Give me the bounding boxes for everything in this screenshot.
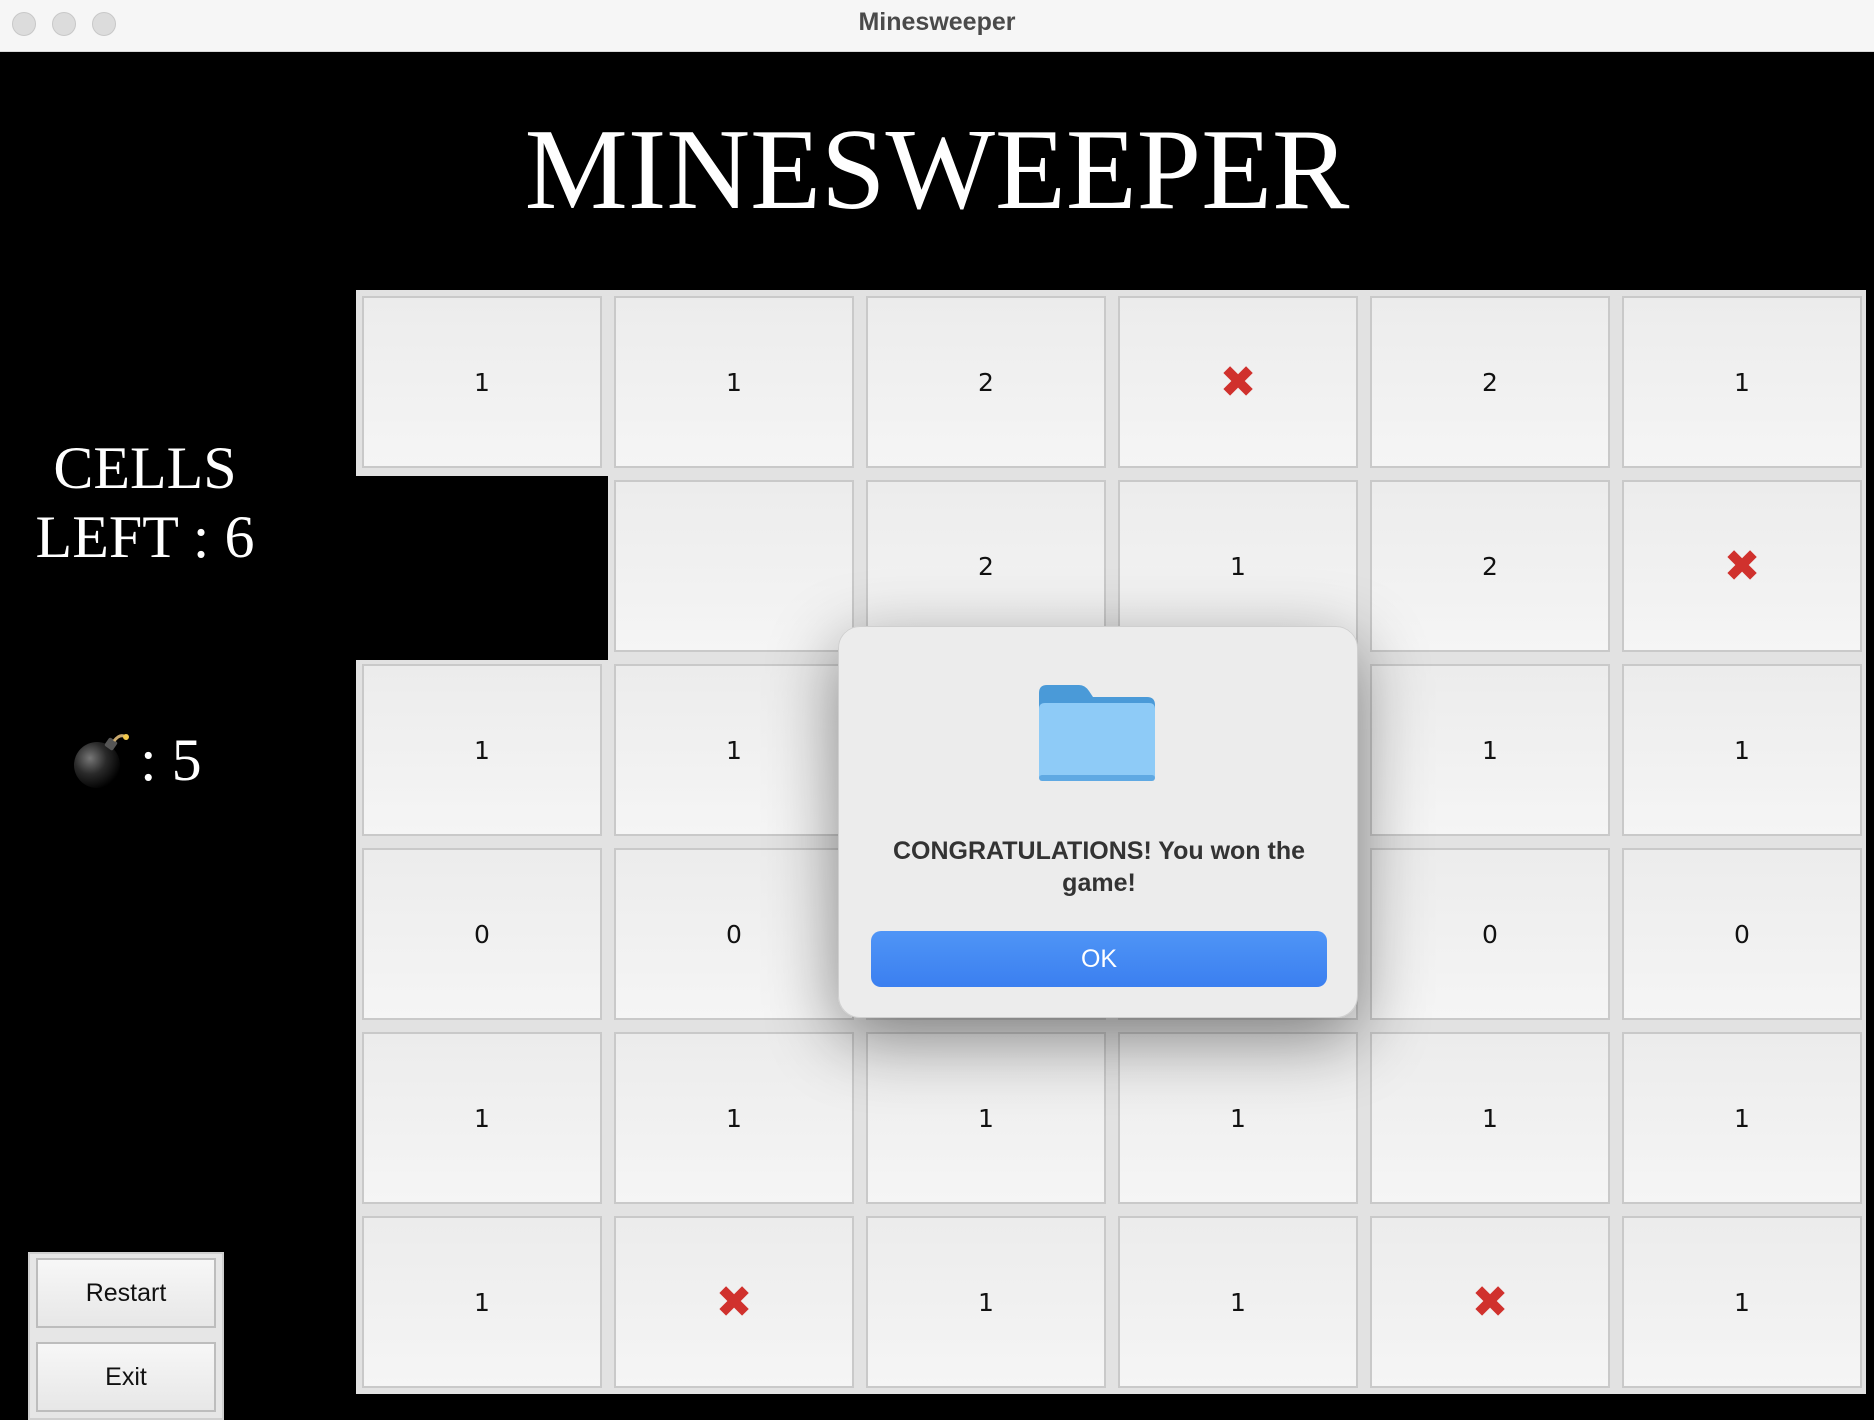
ok-button[interactable]: OK [871,931,1327,987]
win-dialog: CONGRATULATIONS! You won the game! OK [838,626,1358,1018]
cell-number: 1 [1482,735,1498,765]
dialog-message: CONGRATULATIONS! You won the game! [893,837,1305,897]
cell-number: 1 [726,367,742,397]
board-cell-r5-c2[interactable]: 1 [614,1032,854,1204]
mine-counter: : 5 [70,720,202,800]
board-cell-r1-c3[interactable]: 2 [866,296,1106,468]
cell-number: 0 [474,919,490,949]
board-cell-r5-c6[interactable]: 1 [1622,1032,1862,1204]
board-cell-r6-c2[interactable]: ✖ [614,1216,854,1388]
board-cell-r1-c6[interactable]: 1 [1622,296,1862,468]
mine-mark-icon: ✖ [1723,540,1761,592]
window-title: Minesweeper [858,8,1016,36]
cell-number: 2 [978,367,994,397]
mine-mark-icon: ✖ [715,1276,753,1328]
board-cell-r5-c3[interactable]: 1 [866,1032,1106,1204]
board-cell-r3-c1[interactable]: 1 [362,664,602,836]
restart-button[interactable]: Restart [36,1258,216,1328]
cell-number: 1 [978,1287,994,1317]
board-cell-r1-c1[interactable]: 1 [362,296,602,468]
cell-number: 1 [1230,551,1246,581]
board-cell-r4-c6[interactable]: 0 [1622,848,1862,1020]
mine-mark-icon: ✖ [1219,356,1257,408]
cell-number: 0 [726,919,742,949]
board-cell-r6-c3[interactable]: 1 [866,1216,1106,1388]
board-cell-r3-c6[interactable]: 1 [1622,664,1862,836]
folder-icon [1039,685,1155,781]
cell-number: 1 [474,735,490,765]
game-title: MINESWEEPER [524,106,1350,234]
board-cell-r5-c5[interactable]: 1 [1370,1032,1610,1204]
board-cell-r1-c5[interactable]: 2 [1370,296,1610,468]
board-cell-r6-c6[interactable]: 1 [1622,1216,1862,1388]
board-cell-r1-c4[interactable]: ✖ [1118,296,1358,468]
cells-left-value: LEFT : 6 [35,504,255,570]
title-bar: Minesweeper [0,0,1874,52]
board-cell-r2-c5[interactable]: 2 [1370,480,1610,652]
cells-left-label: CELLS [53,435,237,501]
cell-number: 1 [978,1103,994,1133]
bomb-icon [74,734,129,788]
board-cell-r1-c2[interactable]: 1 [614,296,854,468]
cell-number: 1 [1230,1103,1246,1133]
cell-number: 1 [1734,367,1750,397]
cell-number: 2 [978,551,994,581]
cell-number: 1 [474,367,490,397]
board-cell-r4-c2[interactable]: 0 [614,848,854,1020]
cell-number: 2 [1482,551,1498,581]
mine-mark-icon: ✖ [1471,1276,1509,1328]
cell-number: 1 [474,1287,490,1317]
board-cell-r6-c1[interactable]: 1 [362,1216,602,1388]
cells-left-counter: CELLS LEFT : 6 [10,434,280,572]
cell-number: 2 [1482,367,1498,397]
cell-number: 1 [474,1103,490,1133]
side-button-panel: Restart Exit [28,1252,224,1420]
board-cell-r5-c4[interactable]: 1 [1118,1032,1358,1204]
cell-number: 1 [1734,1103,1750,1133]
cell-number: 1 [1230,1287,1246,1317]
board-cell-r2-c2[interactable] [614,480,854,652]
cell-number: 1 [726,735,742,765]
board-cell-r4-c5[interactable]: 0 [1370,848,1610,1020]
cell-number: 1 [726,1103,742,1133]
cell-number: 1 [1734,1287,1750,1317]
board-cell-r6-c5[interactable]: ✖ [1370,1216,1610,1388]
cell-number: 0 [1734,919,1750,949]
cell-number: 0 [1482,919,1498,949]
missing-cell-area [356,476,608,660]
board-cell-r4-c1[interactable]: 0 [362,848,602,1020]
board-cell-r6-c4[interactable]: 1 [1118,1216,1358,1388]
board-cell-r3-c2[interactable]: 1 [614,664,854,836]
board-cell-r5-c1[interactable]: 1 [362,1032,602,1204]
board-cell-r2-c6[interactable]: ✖ [1622,480,1862,652]
board-cell-r3-c5[interactable]: 1 [1370,664,1610,836]
cell-number: 1 [1482,1103,1498,1133]
mine-count-value: : 5 [140,726,202,793]
cell-number: 1 [1734,735,1750,765]
